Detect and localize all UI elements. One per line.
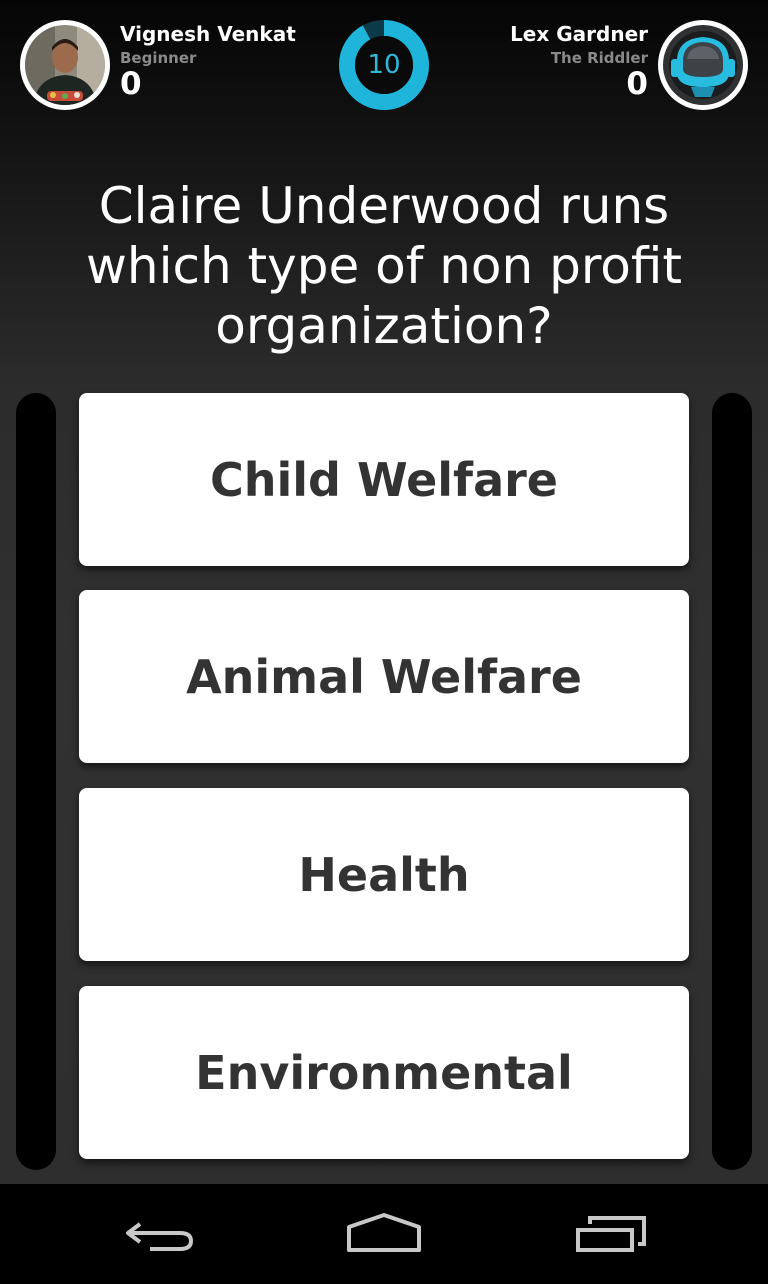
player-avatar-left (20, 20, 110, 110)
back-button[interactable] (90, 1184, 230, 1280)
player-name-right: Lex Gardner (510, 22, 648, 46)
robot-helmet-icon (663, 25, 743, 105)
system-navigation-bar (0, 1184, 768, 1280)
recent-apps-button[interactable] (540, 1184, 680, 1280)
player-rank-right: The Riddler (550, 49, 648, 67)
user-photo-icon (25, 25, 105, 105)
quiz-screen: Vignesh Venkat Beginner 0 10 Lex Gardner… (0, 0, 768, 1184)
right-side-bar (712, 393, 752, 1170)
back-icon (126, 1222, 194, 1251)
answer-button-1[interactable]: Child Welfare (79, 393, 689, 566)
player-name-left: Vignesh Venkat (120, 22, 296, 46)
home-icon (347, 1213, 421, 1252)
player-avatar-right (658, 20, 748, 110)
question-text: Claire Underwood runs which type of non … (86, 177, 682, 355)
timer-value: 10 (367, 50, 401, 80)
left-side-bar (16, 393, 56, 1170)
player-score-right: 0 (626, 66, 648, 102)
player-rank-left: Beginner (120, 49, 197, 67)
home-button[interactable] (314, 1184, 454, 1280)
answer-label: Environmental (195, 1045, 573, 1100)
answer-label: Child Welfare (210, 452, 558, 507)
answer-button-2[interactable]: Animal Welfare (79, 590, 689, 763)
answer-label: Health (298, 847, 470, 902)
answer-button-3[interactable]: Health (79, 788, 689, 961)
player-score-left: 0 (120, 66, 142, 102)
answer-label: Animal Welfare (186, 649, 582, 704)
answer-button-4[interactable]: Environmental (79, 986, 689, 1159)
recent-apps-icon (576, 1216, 646, 1252)
